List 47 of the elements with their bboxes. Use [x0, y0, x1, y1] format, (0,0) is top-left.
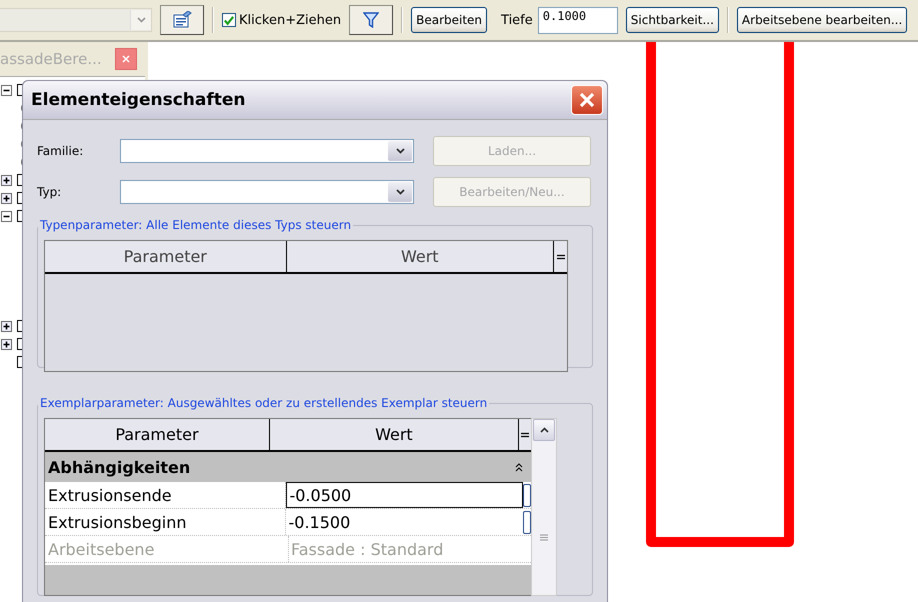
value-button[interactable]: [523, 484, 531, 506]
value-button[interactable]: [523, 510, 531, 534]
depth-label: Tiefe: [501, 12, 533, 28]
browser-tab-title: assadeBere...: [0, 50, 102, 68]
depth-field[interactable]: 0.1000: [538, 6, 618, 34]
parameter-name: Extrusionsbeginn: [45, 509, 286, 535]
expand-icon[interactable]: [1, 192, 12, 204]
column-header[interactable]: Parameter: [45, 419, 270, 450]
caret-icon[interactable]: [388, 182, 412, 202]
field-label: Typ:: [37, 185, 62, 199]
value-field[interactable]: -0.0500: [286, 482, 523, 508]
edit-work-plane-button[interactable]: Arbeitsebene bearbeiten...: [736, 7, 908, 33]
collapse-icon[interactable]: [1, 84, 12, 96]
caret-icon[interactable]: [388, 141, 412, 161]
column-header[interactable]: Parameter: [45, 241, 287, 272]
edit-button[interactable]: Bearbeiten: [411, 7, 488, 33]
collapse-icon[interactable]: [1, 210, 12, 222]
visibility-button[interactable]: Sichtbarkeit...: [626, 7, 719, 33]
parameter-name: Arbeitsebene: [45, 536, 289, 562]
scroll-up-button[interactable]: [533, 419, 555, 441]
close-button[interactable]: [571, 85, 603, 115]
field-label: Familie:: [37, 144, 84, 158]
dialog-title: Elementeigenschaften: [31, 90, 246, 110]
caret-icon: [130, 10, 151, 30]
collapse-icon[interactable]: [515, 462, 523, 472]
expand-icon[interactable]: [1, 174, 12, 186]
scrollbar[interactable]: [531, 418, 557, 596]
close-icon: [579, 92, 595, 108]
properties-button[interactable]: [160, 5, 204, 35]
expand-icon[interactable]: [1, 320, 12, 332]
column-header[interactable]: Wert: [270, 419, 519, 450]
scroll-grip-icon[interactable]: [540, 534, 548, 541]
group-row[interactable]: Abhängigkeiten: [45, 452, 531, 482]
parameter-name: Extrusionsende: [45, 482, 286, 508]
parameter-value: Fassade : Standard: [290, 538, 444, 560]
filter-button[interactable]: [349, 5, 394, 35]
column-header[interactable]: Wert: [286, 241, 554, 272]
checkbox-box[interactable]: [222, 13, 236, 27]
caret-icon: [540, 427, 548, 433]
properties-icon: [172, 11, 192, 29]
group-legend: Typenparameter: Alle Elemente dieses Typs steuern: [38, 218, 354, 232]
group-legend: Exemplarparameter: Ausgewähltes oder zu erstellendes Exemplar steuern: [38, 396, 490, 410]
group-name: Abhängigkeiten: [48, 458, 190, 476]
parameter-value[interactable]: -0.1500: [286, 509, 523, 535]
expand-icon[interactable]: [1, 338, 12, 350]
close-icon[interactable]: [115, 48, 137, 70]
filter-icon: [363, 12, 380, 28]
